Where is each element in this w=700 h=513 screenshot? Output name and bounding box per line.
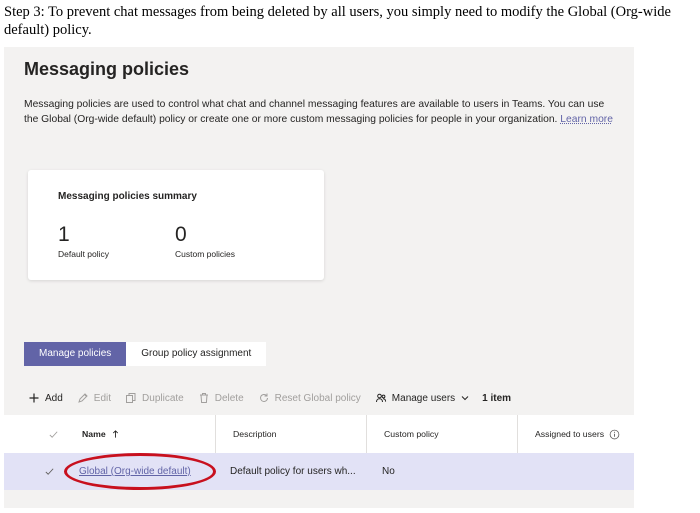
pencil-icon [78, 393, 88, 403]
reset-global-policy-button[interactable]: Reset Global policy [258, 392, 361, 404]
policy-name-link[interactable]: Global (Org-wide default) [79, 453, 191, 490]
checkmark-icon [45, 468, 54, 475]
policy-custom-flag: No [382, 466, 395, 477]
column-divider [215, 415, 216, 453]
chevron-down-icon [461, 396, 469, 401]
reset-label: Reset Global policy [274, 392, 361, 404]
checkmark-icon [49, 430, 58, 438]
edit-label: Edit [93, 392, 112, 404]
default-policy-stat: 1 Default policy [58, 223, 109, 259]
tab-group-policy-assignment[interactable]: Group policy assignment [126, 342, 266, 366]
add-label: Add [45, 392, 63, 404]
duplicate-label: Duplicate [142, 392, 184, 404]
default-policy-label: Default policy [58, 249, 110, 259]
select-all-checkbox[interactable] [48, 415, 59, 453]
duplicate-button[interactable]: Duplicate [125, 392, 184, 404]
summary-card-title: Messaging policies summary [58, 191, 197, 202]
edit-button[interactable]: Edit [77, 392, 111, 404]
copy-icon [126, 393, 136, 403]
column-divider [366, 415, 367, 453]
default-policy-count: 1 [58, 223, 70, 246]
tab-manage-policies[interactable]: Manage policies [24, 342, 127, 366]
page-title: Messaging policies [24, 59, 190, 79]
manage-users-button[interactable]: Manage users [375, 392, 470, 404]
instruction-text: Step 3: To prevent chat messages from be… [4, 4, 671, 38]
delete-label: Delete [214, 392, 244, 404]
custom-policies-label: Custom policies [175, 249, 235, 259]
column-header-description[interactable]: Description [233, 415, 276, 453]
sort-ascending-icon [112, 430, 118, 438]
add-button[interactable]: Add [28, 392, 63, 404]
page-description: Messaging policies are used to control w… [24, 97, 614, 127]
delete-button[interactable]: Delete [198, 392, 244, 404]
table-header: Name Description Custom policy Assigned … [4, 415, 634, 453]
column-header-custom-policy[interactable]: Custom policy [384, 415, 439, 453]
summary-card: Messaging policies summary 1 Default pol… [28, 170, 324, 280]
table-row[interactable]: Global (Org-wide default) Default policy… [4, 453, 634, 490]
custom-policies-count: 0 [175, 223, 187, 246]
manage-users-label: Manage users [391, 392, 456, 404]
column-assigned-label: Assigned to users [535, 429, 605, 439]
plus-icon [29, 393, 39, 403]
row-checkbox[interactable] [44, 453, 55, 490]
teams-admin-panel: Messaging policies Messaging policies ar… [4, 47, 634, 508]
custom-policies-stat: 0 Custom policies [175, 223, 235, 259]
column-header-name[interactable]: Name [82, 415, 120, 453]
column-header-assigned[interactable]: Assigned to users [535, 415, 620, 453]
trash-icon [199, 393, 208, 403]
policy-tabs: Manage policies Group policy assignment [24, 342, 267, 366]
page-description-text: Messaging policies are used to control w… [24, 99, 605, 125]
policy-description: Default policy for users wh... [230, 466, 356, 477]
policy-toolbar: Add Edit Duplicate Delete Reset Global p… [4, 381, 634, 415]
info-icon[interactable] [609, 429, 620, 440]
people-icon [375, 393, 386, 403]
column-name-label: Name [82, 429, 106, 439]
learn-more-link[interactable]: Learn more [560, 114, 613, 125]
item-count: 1 item [482, 392, 512, 404]
reset-icon [259, 393, 268, 402]
column-divider [517, 415, 518, 453]
